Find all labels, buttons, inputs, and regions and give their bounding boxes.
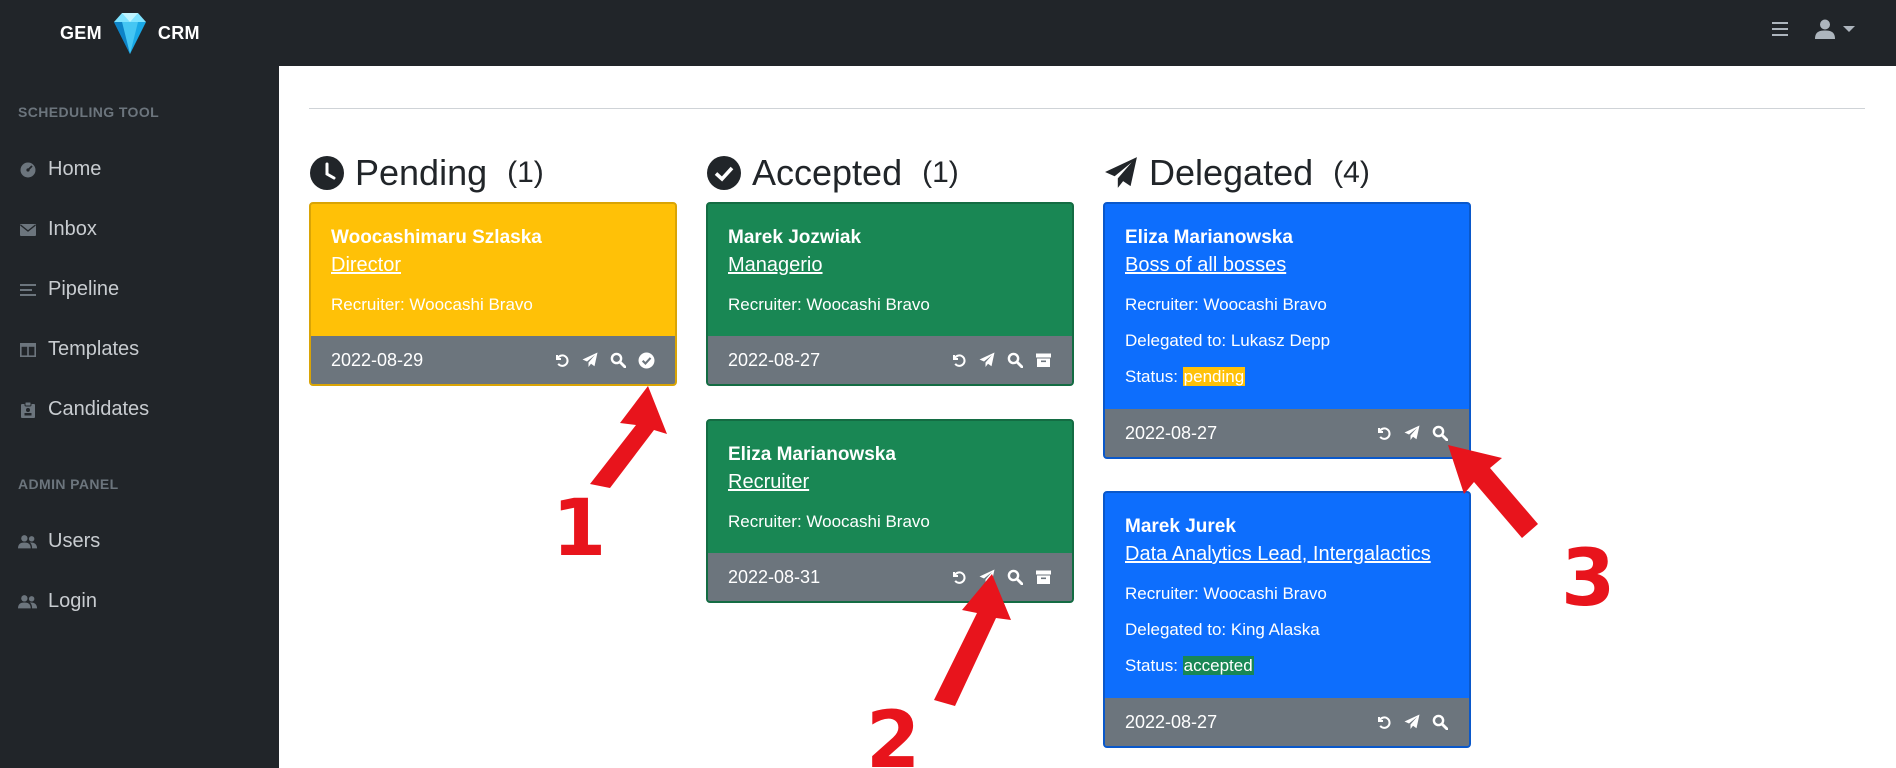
annotation-number-2: 2 [866, 696, 921, 768]
annotation-arrow-1 [590, 386, 1538, 706]
annotation-number-3: 3 [1561, 534, 1616, 624]
annotation-number-1: 1 [552, 484, 607, 574]
